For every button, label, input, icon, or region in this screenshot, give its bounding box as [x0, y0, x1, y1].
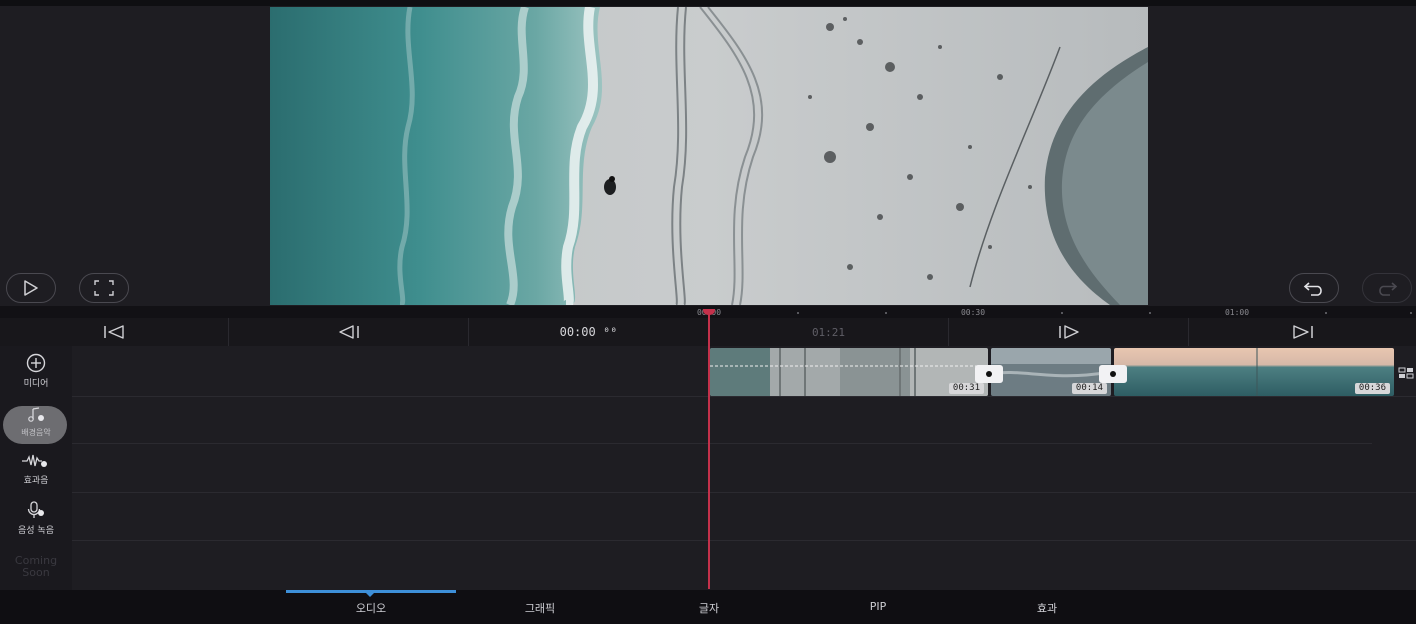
waveform-icon	[22, 454, 47, 467]
clip-duration: 00:36	[1354, 383, 1390, 394]
video-clip[interactable]: 00:31	[710, 348, 988, 396]
tab-graphic[interactable]: 그래픽	[525, 600, 555, 616]
track-divider	[72, 396, 1416, 397]
tab-pip[interactable]: PIP	[870, 600, 887, 613]
redo-icon	[1379, 282, 1398, 296]
transition-handle[interactable]	[1099, 365, 1127, 383]
ruler-tick	[885, 312, 887, 314]
track-divider	[72, 540, 1416, 541]
ruler-label: 00:30	[960, 308, 986, 317]
track-sidebar: 미디어 배경음악 효과음 음성 녹음 Coming Soon	[0, 346, 72, 590]
play-button[interactable]	[6, 273, 56, 303]
skip-to-start-icon	[104, 325, 124, 339]
skip-to-end-icon	[1292, 325, 1313, 339]
track-divider	[72, 443, 1372, 444]
current-time-cell: 00:00 ⁰⁰	[469, 318, 709, 346]
fullscreen-button[interactable]	[79, 273, 129, 303]
undo-icon	[1303, 282, 1322, 296]
video-clip[interactable]: 00:36	[1114, 348, 1394, 396]
clip-menu-icon[interactable]	[1398, 364, 1414, 379]
music-label: 배경음악	[21, 428, 51, 437]
clip-duration: 00:14	[1071, 383, 1107, 394]
video-clip[interactable]: 00:14	[991, 348, 1111, 396]
fullscreen-icon	[94, 280, 114, 296]
microphone-icon	[27, 501, 44, 518]
ruler-tick	[1061, 312, 1063, 314]
voice-record-track-button[interactable]: 음성 녹음	[0, 500, 72, 536]
video-preview[interactable]	[270, 7, 1148, 305]
coming-soon-label: Coming Soon	[14, 554, 58, 579]
current-time: 00:00 ⁰⁰	[559, 325, 618, 339]
previous-frame-icon	[338, 325, 359, 339]
ruler-tick	[1410, 312, 1412, 314]
play-icon	[24, 280, 38, 296]
tab-effect[interactable]: 효과	[1037, 600, 1057, 616]
skip-to-start-button[interactable]	[0, 318, 229, 346]
ruler-tick	[1325, 312, 1327, 314]
video-preview-area	[0, 0, 1416, 310]
total-time: 01:21	[811, 325, 846, 339]
active-tab-pointer	[365, 592, 375, 597]
sound-effect-label: 효과음	[23, 476, 49, 486]
skip-to-end-button[interactable]	[1189, 318, 1416, 346]
tab-text[interactable]: 글자	[699, 600, 719, 616]
next-frame-button[interactable]	[949, 318, 1189, 346]
media-label: 미디어	[23, 379, 49, 389]
media-track-button[interactable]: 미디어	[0, 353, 72, 389]
music-track-button[interactable]: 배경음악	[0, 404, 72, 444]
beach-aerial-image	[270, 7, 1148, 305]
sound-effect-track-button[interactable]: 효과음	[0, 452, 72, 486]
total-time-cell: 01:21	[709, 318, 949, 346]
bottom-tab-bar: 오디오 그래픽 글자 PIP 효과	[0, 590, 1416, 624]
clip-thumbnails	[1114, 348, 1394, 396]
ruler-tick	[1149, 312, 1151, 314]
track-divider	[72, 492, 1416, 493]
top-edge	[0, 0, 1416, 6]
redo-button[interactable]	[1362, 273, 1412, 303]
playhead[interactable]	[708, 312, 710, 589]
undo-button[interactable]	[1289, 273, 1339, 303]
voice-record-label: 음성 녹음	[18, 526, 54, 536]
clip-duration: 00:31	[948, 383, 984, 394]
add-media-icon	[26, 353, 46, 373]
ruler-tick	[797, 312, 799, 314]
tab-audio[interactable]: 오디오	[356, 600, 386, 616]
music-note-icon	[28, 407, 44, 422]
transition-handle[interactable]	[975, 365, 1003, 383]
next-frame-icon	[1058, 325, 1079, 339]
previous-frame-button[interactable]	[229, 318, 469, 346]
coming-soon-slot: Coming Soon	[0, 552, 72, 579]
clip-thumbnails	[710, 348, 988, 396]
ruler-label: 01:00	[1224, 308, 1250, 317]
